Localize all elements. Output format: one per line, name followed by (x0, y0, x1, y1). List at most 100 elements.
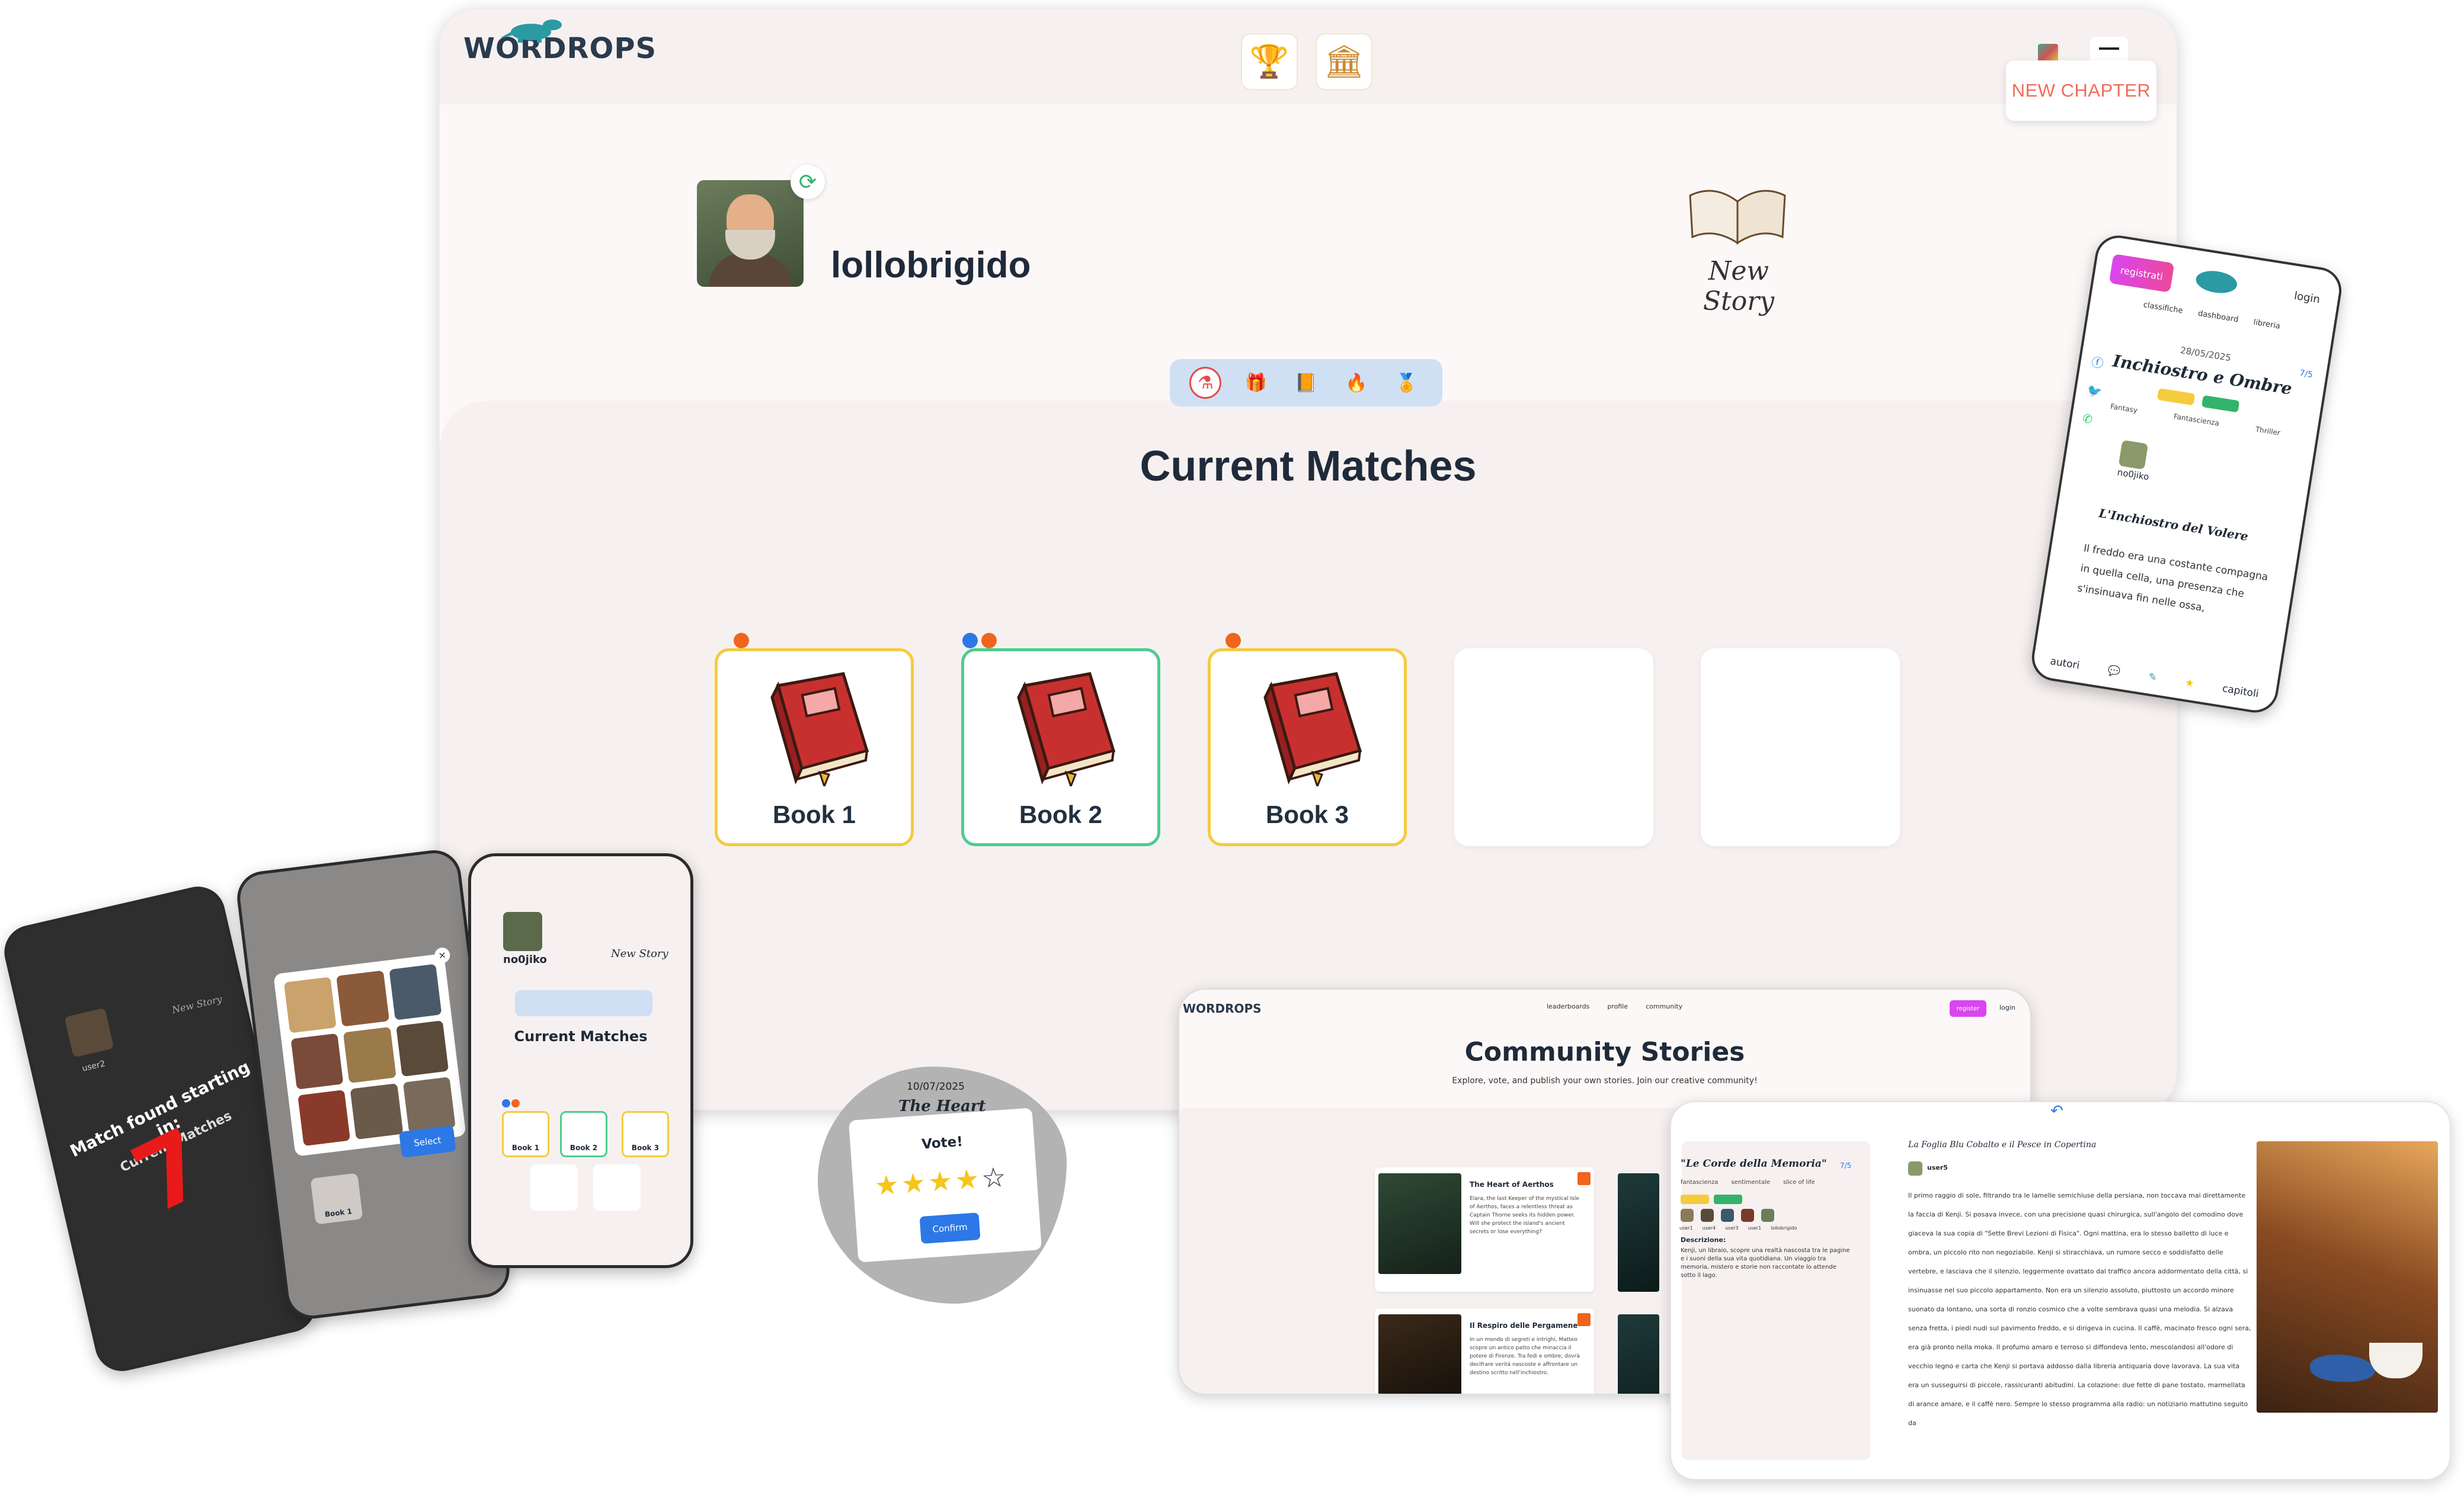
card-label: Book 3 (1265, 801, 1349, 828)
story-title: Il Respiro delle Pergamene (1470, 1321, 1578, 1330)
tab-capitoli[interactable]: capitoli (2222, 683, 2260, 700)
logo[interactable]: WORDROPS (1183, 1001, 1262, 1016)
back-arrow-icon[interactable]: ↶ (2050, 1102, 2063, 1120)
medal-icon[interactable]: 🏅 (1391, 367, 1423, 399)
nav-community[interactable]: community (1646, 1003, 1682, 1010)
new-chapter-button[interactable]: NEW CHAPTER (2006, 60, 2156, 121)
player-dot (511, 1099, 520, 1108)
avatar[interactable] (1721, 1209, 1734, 1222)
empty-match-slot[interactable] (530, 1164, 578, 1211)
match-card[interactable]: Book 2 (560, 1111, 607, 1157)
story-cover[interactable] (1618, 1314, 1659, 1394)
star-outline-icon[interactable]: ☆ (980, 1161, 1009, 1195)
avatar[interactable] (1741, 1209, 1754, 1222)
player-dot (1225, 633, 1241, 648)
avatar-option[interactable] (389, 964, 442, 1020)
avatar-option[interactable] (402, 1077, 456, 1134)
empty-match-slot[interactable] (1701, 648, 1900, 846)
match-card[interactable]: Book 1 (715, 648, 914, 846)
author-avatars (1681, 1209, 1774, 1222)
genre: slice of life (1783, 1179, 1815, 1186)
nav-classifiche[interactable]: classifiche (2143, 300, 2184, 315)
register-button[interactable]: registrati (2108, 254, 2175, 293)
player-dot (734, 633, 749, 648)
main-window: WORDROPS 🏆 🏛 NEW CHAPTER ⟳ lollobrigido … (439, 8, 2178, 1110)
star-icon[interactable]: ★ (927, 1164, 956, 1198)
logo[interactable]: WORDROPS (463, 20, 657, 65)
author-names: user1 user4 user3 user1 lollobrigido (1679, 1225, 1797, 1231)
match-card[interactable]: Book 1 (502, 1111, 549, 1157)
tab-autori[interactable]: autori (2049, 655, 2080, 672)
story-cover (1378, 1173, 1461, 1274)
library-button[interactable]: 🏛 (1316, 33, 1372, 90)
gift-icon[interactable]: 🎁 (1240, 367, 1272, 399)
flame-icon[interactable]: 🔥 (1340, 367, 1372, 399)
genre-list: fantascienza sentimentale slice of life (1681, 1179, 1815, 1186)
edit-icon[interactable]: ✎ (2148, 671, 2158, 684)
open-book-icon (1689, 190, 1786, 245)
story-info-panel (1682, 1141, 1870, 1460)
nav-profile[interactable]: profile (1607, 1003, 1628, 1010)
avatar[interactable] (1701, 1209, 1714, 1222)
avatar[interactable] (1908, 1161, 1922, 1176)
avatar-option[interactable] (290, 1033, 344, 1090)
star-rating[interactable]: ★★★★☆ (873, 1161, 1009, 1202)
nav-dashboard[interactable]: dashboard (2197, 309, 2239, 325)
story-card[interactable]: Il Respiro delle Pergamene In un mondo d… (1375, 1308, 1594, 1394)
avatar-option[interactable] (395, 1020, 449, 1077)
star-icon[interactable]: ★ (873, 1168, 903, 1202)
new-story-label[interactable]: New Story (611, 948, 668, 960)
page-subtitle: Explore, vote, and publish your own stor… (1452, 1076, 1758, 1086)
empty-match-slot[interactable] (593, 1164, 641, 1211)
match-card[interactable]: Book 3 (1208, 648, 1407, 846)
match-card[interactable]: Book 2 (961, 648, 1160, 846)
top-nav: leaderboards profile community (1547, 1003, 1682, 1010)
comment-icon[interactable]: 💬 (2107, 664, 2121, 678)
story-title: "Le Corde della Memoria" (1681, 1158, 1827, 1170)
leaderboard-button[interactable]: 🏆 (1241, 33, 1298, 90)
player-dot (962, 633, 978, 648)
refresh-avatar-icon[interactable]: ⟳ (791, 165, 825, 199)
username: lollobrigido (831, 245, 1031, 286)
confirm-button[interactable]: Confirm (919, 1212, 981, 1244)
avatar[interactable] (2118, 440, 2149, 470)
chapter-illustration (2257, 1141, 2438, 1413)
avatar-option[interactable] (343, 1026, 396, 1083)
potion-icon[interactable]: ⚗ (1189, 367, 1222, 399)
whatsapp-icon[interactable]: ✆ (2081, 404, 2100, 434)
vote-date: 10/07/2025 (907, 1081, 965, 1093)
avatar-option[interactable] (350, 1083, 404, 1140)
avatar-option[interactable] (283, 977, 337, 1033)
vote-label: Vote! (921, 1134, 964, 1153)
avatar[interactable] (1681, 1209, 1694, 1222)
username: no0jiko (503, 953, 547, 966)
avatar-option[interactable] (297, 1090, 351, 1147)
new-story-button[interactable]: New Story (1673, 175, 1804, 316)
book-icon[interactable]: 📙 (1290, 367, 1322, 399)
register-button[interactable]: register (1950, 1000, 1986, 1017)
star-icon[interactable]: ★ (2184, 677, 2195, 690)
chapter-title: La Foglia Blu Cobalto e il Pesce in Cope… (1908, 1140, 2097, 1150)
login-link[interactable]: login (1999, 1004, 2015, 1012)
avatar[interactable] (503, 912, 542, 951)
avatar-option[interactable] (336, 970, 389, 1027)
nav-libreria[interactable]: libreria (2253, 318, 2281, 331)
chapter-text: Il primo raggio di sole, filtrando tra l… (1908, 1192, 2251, 1427)
star-icon[interactable]: ★ (900, 1166, 929, 1200)
avatar[interactable] (697, 180, 804, 287)
chapter-text: Il freddo era una costante compagna in q… (2076, 542, 2269, 614)
match-card[interactable]: Book 3 (622, 1111, 669, 1157)
dino-logo-icon (2194, 268, 2239, 296)
story-title: The Heart of Aerthos (1470, 1180, 1554, 1189)
empty-match-slot[interactable] (1454, 648, 1653, 846)
card-label: Book 2 (569, 1144, 598, 1152)
login-link[interactable]: login (2293, 290, 2321, 306)
nav-leaderboards[interactable]: leaderboards (1547, 1003, 1589, 1010)
red-book-icon (770, 672, 869, 786)
avatar[interactable] (1761, 1209, 1774, 1222)
story-card[interactable]: The Heart of Aerthos Elara, the last Kee… (1375, 1167, 1594, 1292)
story-cover[interactable] (1618, 1173, 1659, 1292)
star-icon[interactable]: ★ (953, 1163, 983, 1196)
player-dot (502, 1099, 510, 1108)
red-book-icon (1263, 672, 1362, 786)
